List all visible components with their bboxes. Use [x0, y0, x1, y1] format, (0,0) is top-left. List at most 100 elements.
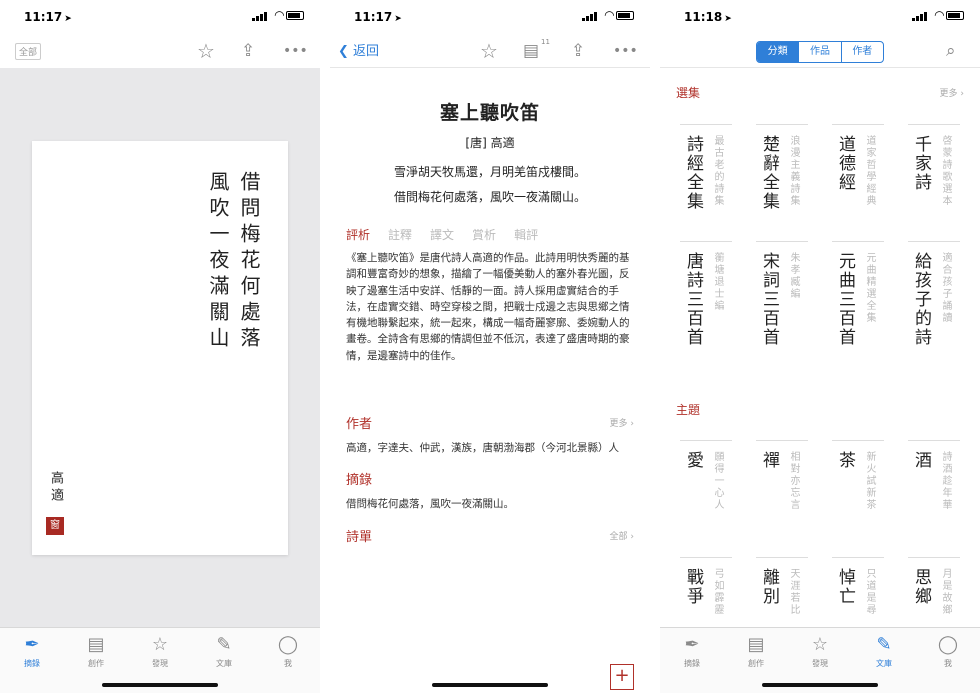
theme-desc: 願得一心人: [712, 451, 723, 511]
anthology-title: 楚辭全集: [759, 135, 779, 211]
search-icon[interactable]: ⌕: [946, 39, 956, 63]
library-icon: ✎: [876, 634, 892, 655]
theme-title: 思鄉: [911, 568, 931, 606]
tab-discover[interactable]: ☆ 發現: [788, 634, 852, 669]
anthology-title: 元曲三百首: [835, 252, 855, 347]
list-section-head: 詩單: [346, 530, 373, 545]
list-badge: 11: [541, 38, 550, 46]
theme-title: 愛: [683, 451, 703, 470]
anthology-desc: 朱孝臧編: [788, 252, 799, 300]
tab-library[interactable]: ✎ 文庫: [852, 634, 916, 669]
star-icon[interactable]: ☆: [480, 39, 498, 63]
poem-author[interactable]: [唐] 高適: [330, 134, 650, 151]
home-indicator: [102, 683, 218, 687]
tab-create[interactable]: ▤ 創作: [724, 634, 788, 669]
anthology-more-link[interactable]: 更多 ›: [940, 86, 964, 99]
poem-line-2: 借問梅花何處落，風吹一夜滿關山。: [393, 190, 586, 204]
analysis-text: 《塞上聽吹笛》是唐代詩人高適的作品。此詩用明快秀麗的基調和豐富奇妙的想象，描繪了…: [346, 252, 630, 362]
list-icon[interactable]: ▤: [523, 39, 539, 63]
subtab-notes[interactable]: 註釋: [388, 228, 412, 242]
discover-star-icon: ☆: [811, 634, 829, 655]
segment-control: 分類 作品 作者: [756, 41, 884, 63]
anthology-section-head: 選集: [676, 86, 701, 100]
status-bar: 11:18 ➤ ◠: [660, 0, 980, 34]
card-background: 借問梅花何處落 風吹一夜滿關山 高適 窗: [0, 68, 320, 627]
more-icon[interactable]: •••: [283, 39, 308, 63]
signal-icon: [912, 11, 928, 21]
segment-category[interactable]: 分類: [757, 42, 799, 62]
wifi-icon: ◠: [604, 8, 614, 22]
list-all-link[interactable]: 全部 ›: [610, 529, 634, 542]
tab-create[interactable]: ▤ 創作: [64, 634, 128, 669]
subtab-appreciation[interactable]: 賞析: [472, 228, 496, 242]
battery-icon: [286, 11, 304, 20]
back-button[interactable]: ❮ 返回: [338, 40, 379, 59]
segment-authors[interactable]: 作者: [840, 42, 883, 62]
anthology-item[interactable]: 千家詩 啓蒙詩歌選本: [908, 124, 960, 232]
anthology-desc: 最古老的詩集: [712, 135, 723, 207]
anthology-item[interactable]: 給孩子的詩 適合孩子誦讀: [908, 241, 960, 349]
anthology-item[interactable]: 詩經全集 最古老的詩集: [680, 124, 732, 232]
tab-me[interactable]: ◯ 我: [256, 634, 320, 669]
add-button[interactable]: +: [610, 664, 634, 690]
anthology-item[interactable]: 元曲三百首 元曲精選全集: [832, 241, 884, 349]
anthology-title: 詩經全集: [683, 135, 703, 211]
discover-star-icon: ☆: [151, 634, 169, 655]
screen-library: 11:18 ➤ ◠ 分類 作品 作者 ⌕ 選集 更多 › 詩經全集 最古老的詩集 楚辭…: [660, 0, 980, 693]
tab-bar: ✒ 摘錄 ▤ 創作 ☆ 發現 ✎ 文庫 ◯ 我: [0, 627, 320, 693]
tab-discover[interactable]: ☆ 發現: [128, 634, 192, 669]
author-bio[interactable]: 高適，字達夫、仲武，漢族，唐朝渤海郡（今河北景縣）人: [346, 440, 634, 455]
tab-library[interactable]: ✎ 文庫: [192, 634, 256, 669]
anthology-title: 道德經: [835, 135, 855, 192]
wifi-icon: ◠: [274, 8, 284, 22]
anthology-desc: 元曲精選全集: [864, 252, 875, 324]
theme-item[interactable]: 禪相對亦忘言: [756, 440, 808, 548]
more-icon[interactable]: •••: [613, 39, 638, 63]
home-indicator: [762, 683, 878, 687]
tab-excerpt[interactable]: ✒ 摘錄: [660, 634, 724, 669]
notebook-icon: ▤: [87, 634, 105, 655]
subtab-translation[interactable]: 譯文: [430, 228, 454, 242]
theme-item[interactable]: 酒詩酒趁年華: [908, 440, 960, 548]
screen-excerpt-card: 11:17 ➤ ◠ 全部 ☆ ⇪ ••• 借問梅花何處落 風吹一夜滿關山 高適 窗…: [0, 0, 320, 693]
poem-card[interactable]: 借問梅花何處落 風吹一夜滿關山 高適 窗: [32, 141, 288, 555]
poem-line-2: 風吹一夜滿關山: [206, 171, 230, 353]
theme-item[interactable]: 愛願得一心人: [680, 440, 732, 548]
filter-all-button[interactable]: 全部: [15, 43, 42, 60]
user-icon: ◯: [937, 634, 959, 655]
card-author: 高適: [48, 471, 63, 505]
share-icon[interactable]: ⇪: [571, 39, 585, 63]
anthology-item[interactable]: 楚辭全集 浪漫主義詩集: [756, 124, 808, 232]
anthology-item[interactable]: 唐詩三百首 蘅塘退士編: [680, 241, 732, 349]
seal-stamp: 窗: [46, 517, 64, 535]
theme-title: 離別: [759, 568, 779, 606]
excerpt-text[interactable]: 借問梅花何處落，風吹一夜滿關山。: [346, 496, 634, 511]
anthology-title: 唐詩三百首: [683, 252, 703, 347]
signal-icon: [252, 11, 268, 21]
theme-desc: 月是故鄉: [940, 568, 951, 616]
status-bar: 11:17 ➤ ◠: [330, 0, 650, 34]
theme-title: 禪: [759, 451, 779, 470]
theme-item[interactable]: 茶新火試新茶: [832, 440, 884, 548]
segment-works[interactable]: 作品: [798, 42, 840, 62]
subtab-reviews[interactable]: 輯評: [514, 228, 538, 242]
tab-me[interactable]: ◯ 我: [916, 634, 980, 669]
share-icon[interactable]: ⇪: [241, 39, 255, 63]
author-more-link[interactable]: 更多 ›: [610, 416, 634, 429]
anthology-desc: 道家哲學經典: [864, 135, 875, 207]
anthology-desc: 浪漫主義詩集: [788, 135, 799, 207]
battery-icon: [616, 11, 634, 20]
status-time: 11:17: [354, 10, 393, 24]
nav-bar: 分類 作品 作者 ⌕: [660, 34, 980, 68]
tab-bar: ✒ 摘錄 ▤ 創作 ☆ 發現 ✎ 文庫 ◯ 我: [660, 627, 980, 693]
theme-desc: 天涯若比: [788, 568, 799, 616]
theme-title: 茶: [835, 451, 855, 470]
theme-title: 悼亡: [835, 568, 855, 606]
tab-excerpt[interactable]: ✒ 摘錄: [0, 634, 64, 669]
subtab-analysis[interactable]: 評析: [346, 228, 370, 242]
anthology-item[interactable]: 道德經 道家哲學經典: [832, 124, 884, 232]
nav-bar: ❮ 返回 ☆ ▤ 11 ⇪ •••: [330, 34, 650, 68]
anthology-item[interactable]: 宋詞三百首 朱孝臧編: [756, 241, 808, 349]
back-chevron-icon: ❮: [338, 44, 349, 59]
star-icon[interactable]: ☆: [197, 39, 215, 63]
